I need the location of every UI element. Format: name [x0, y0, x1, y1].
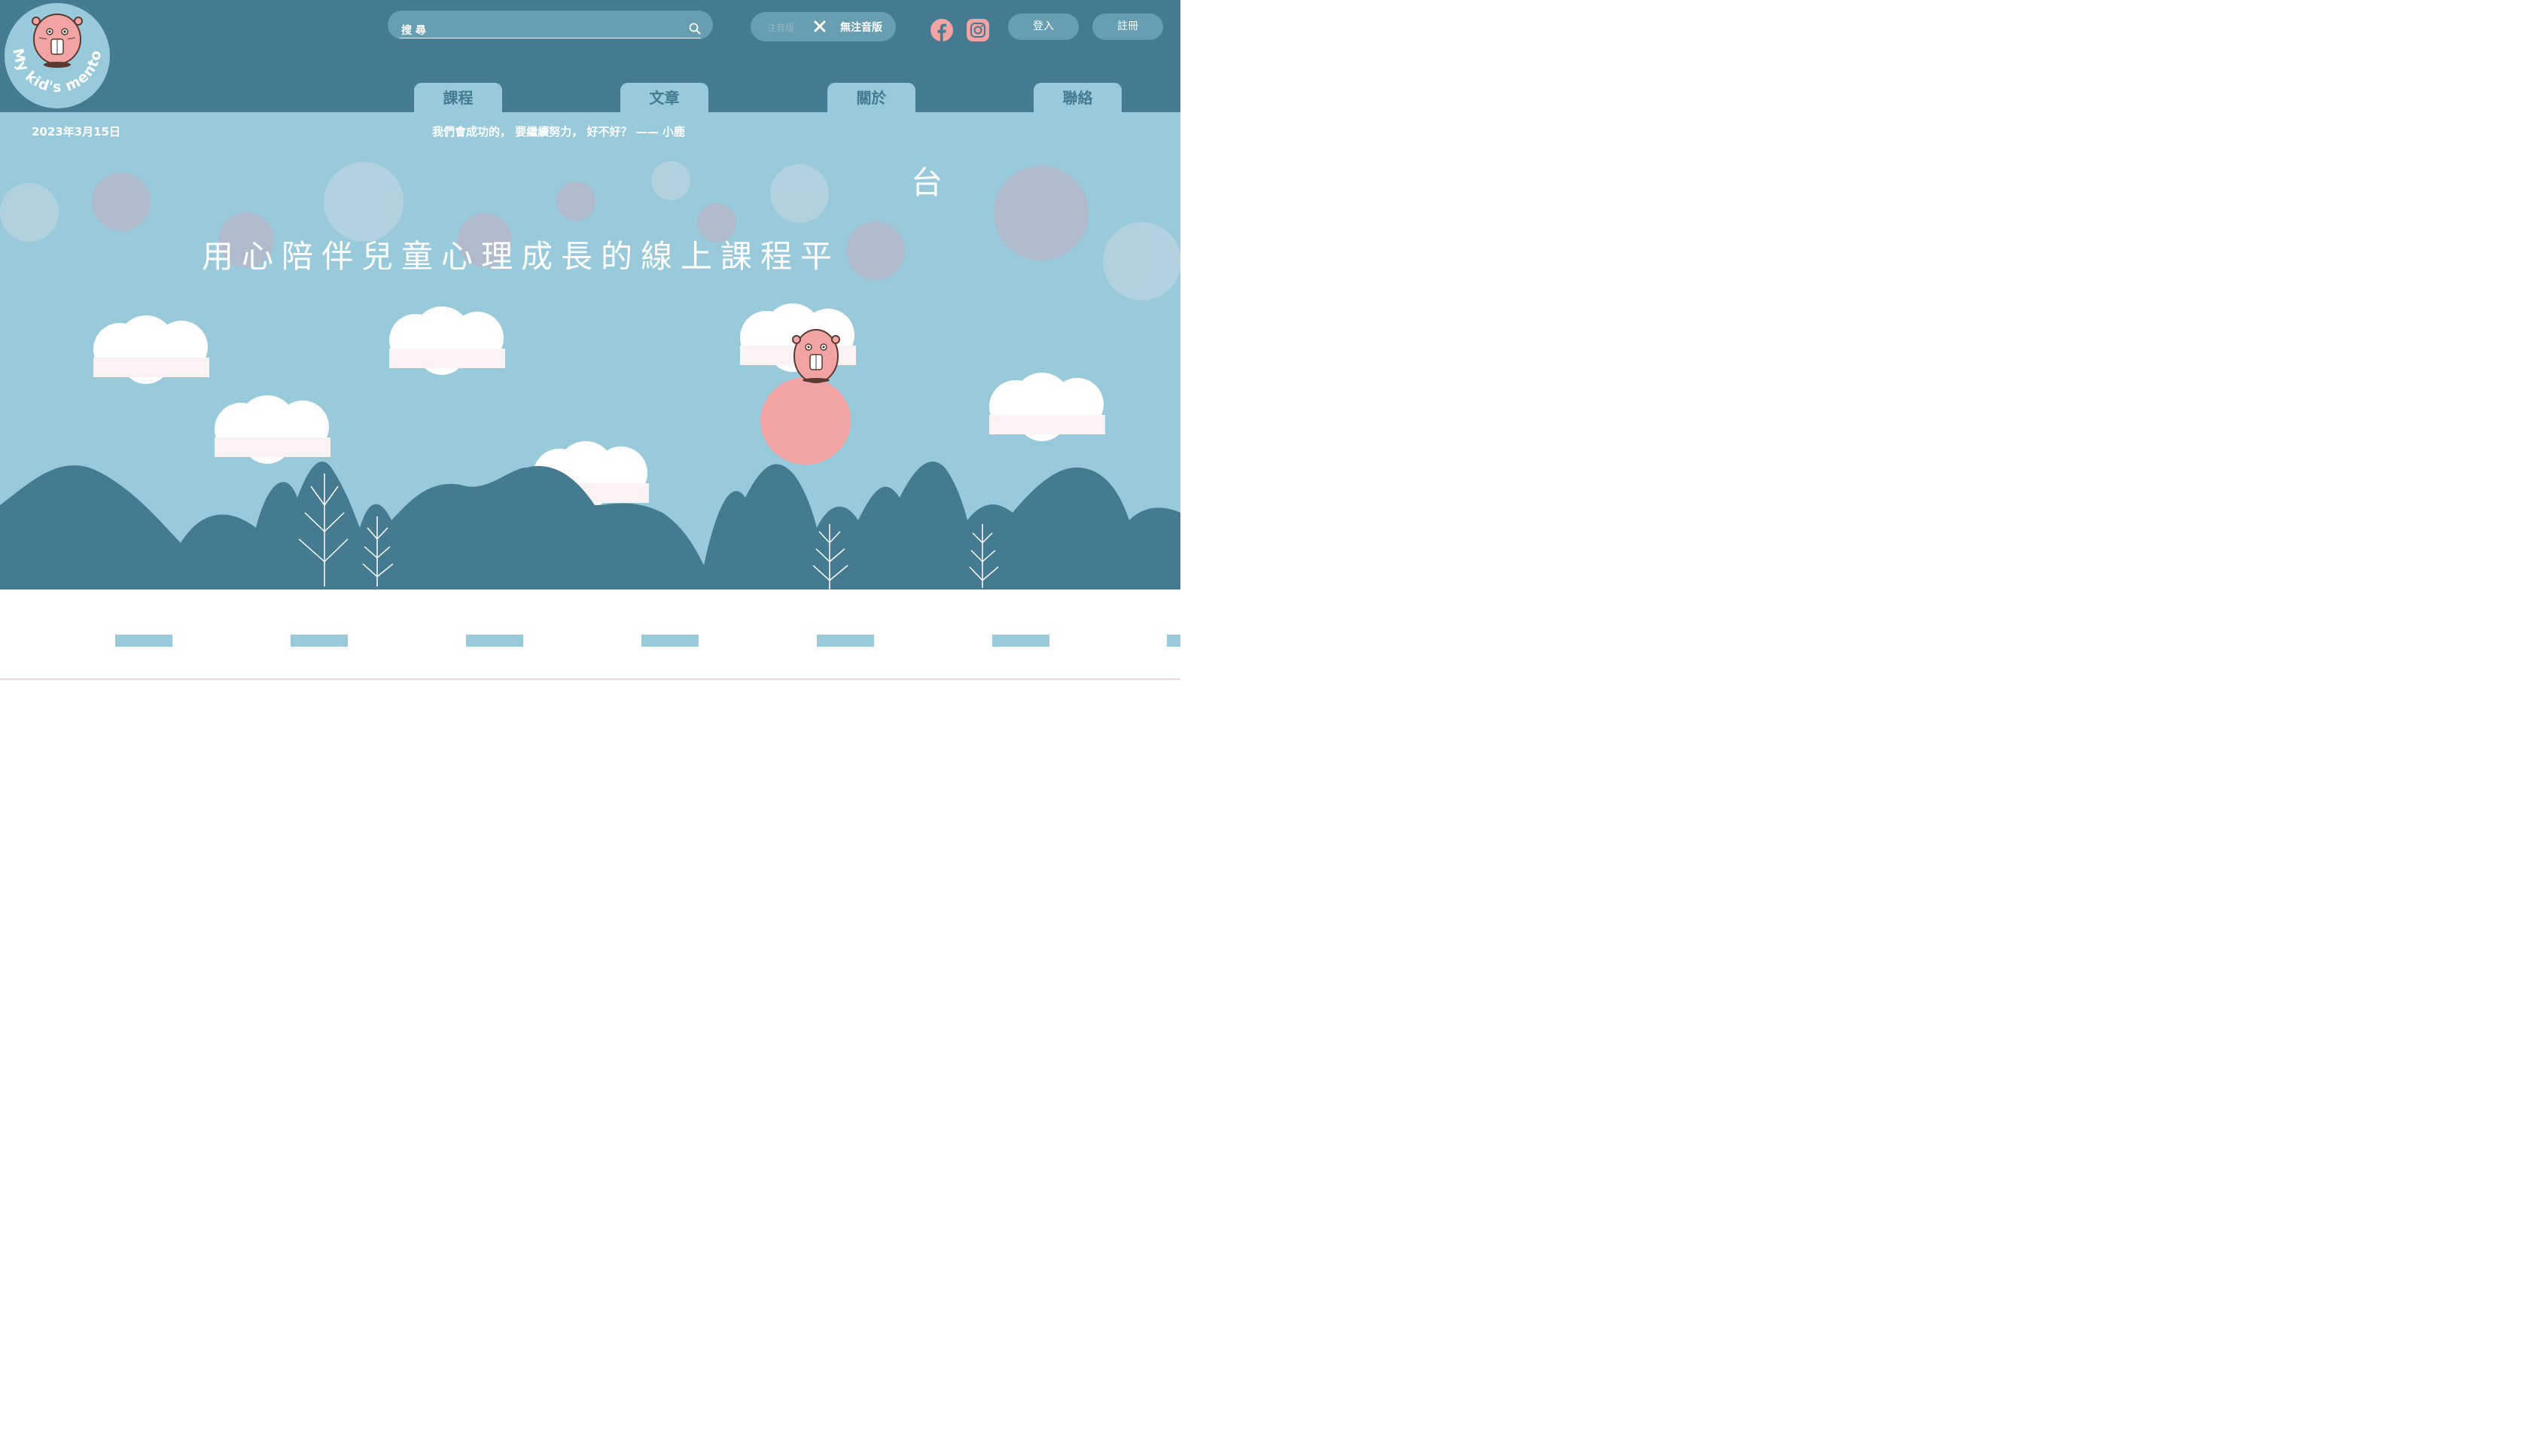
mascot-figure [792, 329, 840, 383]
hero-headline: 用心陪伴兒童心理成長的線上課程平 [202, 238, 841, 275]
headline-tail: 台 [911, 164, 943, 201]
zhuyin-toggle[interactable]: 注音版 無注音版 [751, 12, 896, 41]
daily-quote: 我們會成功的， 要繼續努力， 好不好？ —— 小鹿 [432, 125, 685, 139]
current-date: 2023年3月15日 [32, 125, 121, 139]
zhuyin-option[interactable]: 注音版 [767, 21, 794, 34]
close-icon[interactable] [813, 20, 827, 33]
clouds [93, 303, 1105, 510]
search-input[interactable]: 搜 尋 [401, 23, 426, 38]
login-button[interactable]: 登入 [1008, 14, 1079, 40]
facebook-icon[interactable] [930, 19, 953, 41]
search-box[interactable]: 搜 尋 [388, 11, 713, 39]
tab-articles[interactable]: 文章 [620, 83, 708, 113]
divider [0, 678, 1180, 680]
logo-text: My kid's mentor [5, 3, 105, 96]
no-zhuyin-option[interactable]: 無注音版 [840, 20, 882, 35]
tab-contact[interactable]: 聯絡 [1034, 83, 1122, 113]
hero-banner: 台 用心陪伴兒童心理成長的線上課程平 [0, 151, 1180, 589]
road-dash [115, 635, 172, 647]
road-dash [1167, 635, 1180, 647]
register-button[interactable]: 註冊 [1092, 14, 1163, 40]
instagram-icon[interactable] [967, 19, 989, 41]
site-logo[interactable]: My kid's mentor [5, 3, 110, 108]
tab-about[interactable]: 關於 [827, 83, 915, 113]
road-dash [817, 635, 874, 647]
tab-courses[interactable]: 課程 [414, 83, 502, 113]
site-header: My kid's mentor 搜 尋 注音版 無注音版 登入 註冊 課程 文章… [0, 0, 1180, 113]
info-bar: 2023年3月15日 我們會成功的， 要繼續努力， 好不好？ —— 小鹿 [0, 112, 1180, 152]
road-dash [466, 635, 523, 647]
road-dash [291, 635, 348, 647]
svg-text:My kid's mentor: My kid's mentor [5, 3, 105, 96]
search-icon[interactable] [689, 23, 701, 35]
road-dash [992, 635, 1049, 647]
pink-ball [760, 377, 851, 465]
hero-scene [0, 161, 1180, 589]
road-section [0, 589, 1180, 680]
road-dash [641, 635, 699, 647]
